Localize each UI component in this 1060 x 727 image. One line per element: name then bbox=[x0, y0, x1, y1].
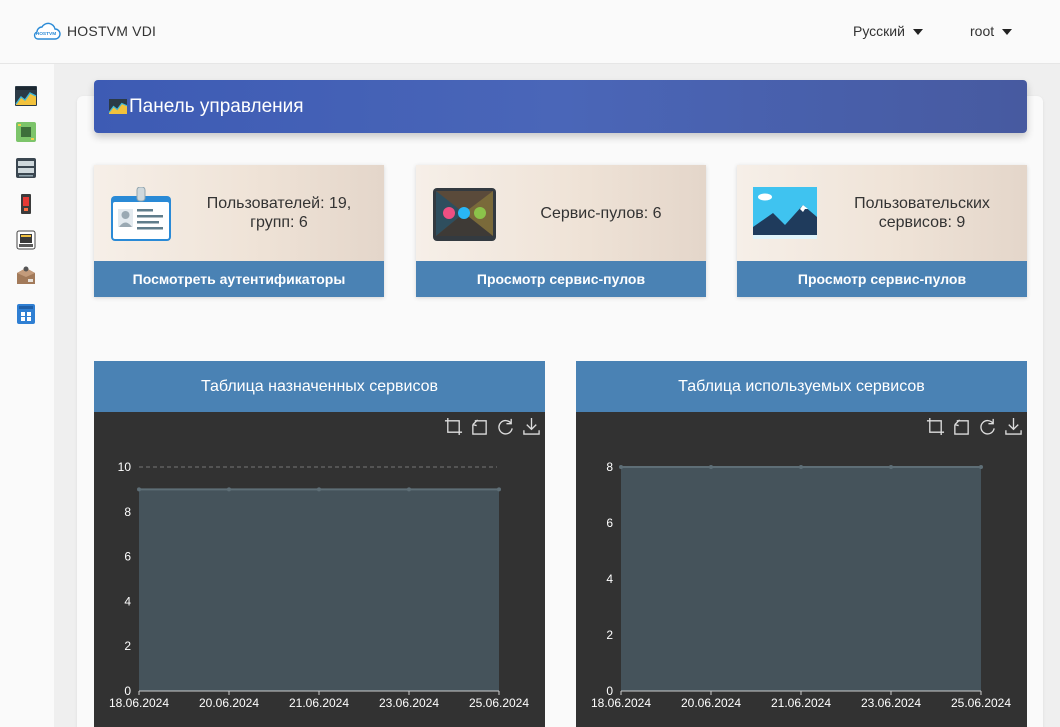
desktop-landscape-icon bbox=[753, 187, 817, 239]
service-pools-card: Сервис-пулов: 6 Просмотр сервис-пулов bbox=[416, 165, 706, 297]
data-point bbox=[227, 487, 231, 492]
data-point bbox=[317, 487, 321, 492]
x-tick-label: 25.06.2024 bbox=[951, 696, 1011, 710]
page-header: Панель управления bbox=[94, 80, 1027, 133]
service-pools-summary: Сервис-пулов: 6 bbox=[514, 165, 688, 261]
language-label: Русский bbox=[853, 23, 905, 39]
used-services-chart-panel: Таблица используемых сервисов 0 2 4 6 8 18.06… bbox=[576, 361, 1027, 727]
y-tick-label: 2 bbox=[124, 639, 131, 653]
user-services-text-line1: Пользовательских bbox=[854, 195, 990, 212]
x-tick-label: 20.06.2024 bbox=[199, 696, 259, 710]
x-tick-label: 18.06.2024 bbox=[109, 696, 169, 710]
chart-title: Таблица используемых сервисов bbox=[576, 361, 1027, 412]
x-tick-label: 21.06.2024 bbox=[771, 696, 831, 710]
user-services-text-line2: сервисов: 9 bbox=[878, 214, 966, 231]
server-icon[interactable] bbox=[14, 156, 38, 180]
assigned-services-chart-panel: Таблица назначенных сервисов 0 2 4 6 8 10 18.0… bbox=[94, 361, 545, 727]
x-tick-label: 23.06.2024 bbox=[379, 696, 439, 710]
language-menu[interactable]: Русский bbox=[853, 23, 923, 39]
y-tick-label: 10 bbox=[118, 460, 132, 474]
assigned-services-chart: 024681018.06.2024 20.06.2024 21.06.2024 23.… bbox=[109, 460, 529, 710]
data-point bbox=[709, 465, 713, 469]
x-tick-label: 20.06.2024 bbox=[681, 696, 741, 710]
y-tick-label: 4 bbox=[124, 594, 131, 608]
y-tick-label: 4 bbox=[606, 572, 613, 586]
users-card: Пользователей: 19, групп: 6 Посмотреть а… bbox=[94, 165, 384, 297]
cloud-logo-icon: HOSTVM bbox=[33, 22, 61, 40]
service-pools-count-text: Сервис-пулов: 6 bbox=[540, 204, 662, 222]
package-icon[interactable] bbox=[14, 264, 38, 288]
data-point bbox=[497, 487, 501, 492]
x-tick-label: 25.06.2024 bbox=[469, 696, 529, 710]
y-tick-label: 8 bbox=[124, 505, 131, 519]
groups-count-text: групп: 6 bbox=[250, 214, 308, 231]
series-area bbox=[139, 489, 499, 691]
view-service-pools-button-2[interactable]: Просмотр сервис-пулов bbox=[737, 261, 1027, 297]
data-point bbox=[889, 465, 893, 469]
card-body: Сервис-пулов: 6 bbox=[416, 165, 706, 261]
sidebar bbox=[0, 64, 54, 727]
service-pool-monitor-icon bbox=[433, 188, 496, 241]
y-tick-label: 6 bbox=[124, 550, 131, 564]
users-count-text: Пользователей: 19, bbox=[206, 195, 352, 212]
y-tick-label: 6 bbox=[606, 516, 613, 530]
users-summary: Пользователей: 19, групп: 6 bbox=[192, 165, 366, 261]
user-menu[interactable]: root bbox=[970, 23, 1013, 39]
card-body: Пользователей: 19, групп: 6 bbox=[94, 165, 384, 261]
view-service-pools-button[interactable]: Просмотр сервис-пулов bbox=[416, 261, 706, 297]
data-point bbox=[619, 465, 623, 469]
y-tick-label: 8 bbox=[606, 460, 613, 474]
network-port-icon[interactable] bbox=[14, 228, 38, 252]
brand[interactable]: HOSTVM HOSTVM VDI bbox=[30, 20, 156, 42]
dashboard-icon bbox=[109, 99, 127, 114]
top-bar: HOSTVM HOSTVM VDI Русский root bbox=[0, 0, 1060, 64]
user-services-summary: Пользовательских сервисов: 9 bbox=[835, 165, 1009, 261]
user-services-card: Пользовательских сервисов: 9 Просмотр се… bbox=[737, 165, 1027, 297]
logo-text: HOSTVM bbox=[36, 31, 57, 37]
apps-grid-icon[interactable] bbox=[14, 302, 38, 326]
data-point bbox=[979, 465, 983, 469]
chevron-down-icon bbox=[1002, 29, 1013, 35]
x-tick-label: 21.06.2024 bbox=[289, 696, 349, 710]
dashboard-icon[interactable] bbox=[14, 84, 38, 108]
used-services-chart: 0246818.06.2024 20.06.2024 21.06.2024 23.06… bbox=[591, 460, 1011, 710]
data-point bbox=[137, 487, 141, 492]
y-tick-label: 2 bbox=[606, 628, 613, 642]
battery-device-icon[interactable] bbox=[14, 192, 38, 216]
page-title: Панель управления bbox=[129, 95, 304, 117]
data-point bbox=[799, 465, 803, 469]
chip-board-icon[interactable] bbox=[14, 120, 38, 144]
view-authenticators-button[interactable]: Посмотреть аутентификаторы bbox=[94, 261, 384, 297]
id-badge-icon bbox=[111, 187, 171, 241]
chart-title: Таблица назначенных сервисов bbox=[94, 361, 545, 412]
chevron-down-icon bbox=[912, 29, 923, 35]
app-name: HOSTVM VDI bbox=[67, 23, 157, 39]
x-tick-label: 18.06.2024 bbox=[591, 696, 651, 710]
x-tick-label: 23.06.2024 bbox=[861, 696, 921, 710]
data-point bbox=[407, 487, 411, 492]
series-area bbox=[621, 467, 981, 691]
card-body: Пользовательских сервисов: 9 bbox=[737, 165, 1027, 261]
user-label: root bbox=[970, 23, 995, 39]
